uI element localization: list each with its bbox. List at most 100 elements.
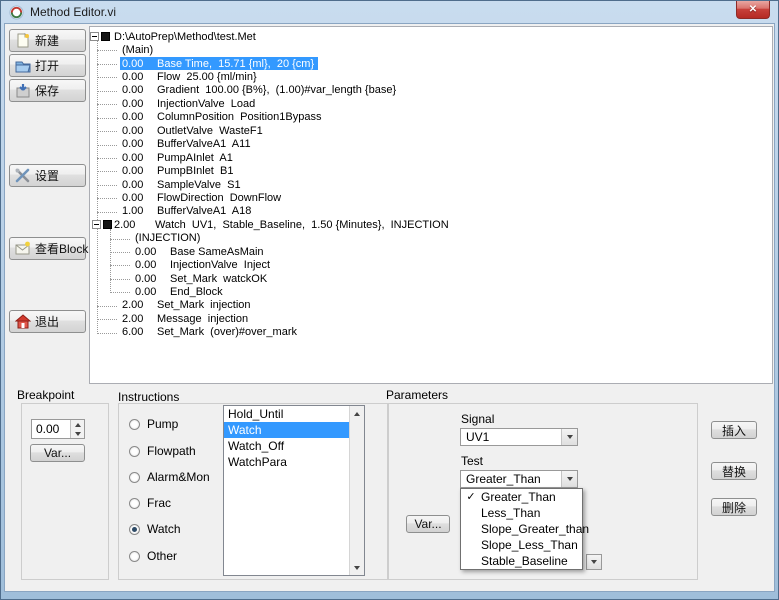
new-button[interactable]: 新建 <box>9 29 86 52</box>
close-button[interactable]: ✕ <box>736 1 770 19</box>
combo-arrow-button[interactable] <box>561 471 577 487</box>
method-tree[interactable]: D:\AutoPrep\Method\test.Met (Main) 0.00B… <box>89 26 773 384</box>
down-arrow-icon <box>567 435 573 439</box>
tree-row[interactable]: 0.00Set_Mark watckOK <box>90 272 772 285</box>
tree-row[interactable]: 6.00Set_Mark (over)#over_mark <box>90 326 772 339</box>
combo-arrow-button[interactable] <box>561 429 577 445</box>
radio-label: Alarm&Mon <box>147 470 210 484</box>
radio-pump[interactable]: Pump <box>129 417 178 431</box>
radio-flowpath[interactable]: Flowpath <box>129 444 196 458</box>
tree-row[interactable]: 0.00OutletValve WasteF1 <box>90 124 772 137</box>
exit-button-label: 退出 <box>35 313 59 330</box>
settings-button-label: 设置 <box>35 167 59 184</box>
up-arrow-icon <box>75 423 81 427</box>
exit-button[interactable]: 退出 <box>9 310 86 333</box>
tree-row[interactable]: (INJECTION) <box>90 232 772 245</box>
selection-highlight: 0.00Base Time, 15.71 {ml}, 20 {cm} <box>120 57 318 70</box>
open-button[interactable]: 打开 <box>9 54 86 77</box>
settings-button[interactable]: 设置 <box>9 164 86 187</box>
tree-root-row[interactable]: D:\AutoPrep\Method\test.Met <box>90 30 772 43</box>
instruction-listbox[interactable]: Hold_Until Watch Watch_Off WatchPara <box>223 405 365 576</box>
menu-item-checked[interactable]: ✓Greater_Than <box>461 489 582 505</box>
tree-row[interactable]: (Main) <box>90 43 772 56</box>
tree-connector <box>97 198 117 199</box>
view-block-button-label: 查看Block <box>35 240 88 257</box>
hidden-combo-arrow-button[interactable] <box>586 554 602 570</box>
breakpoint-spinner[interactable]: 0.00 <box>31 419 85 439</box>
spinner-up-button[interactable] <box>71 420 84 429</box>
tree-connector <box>97 91 117 92</box>
tree-root-label: D:\AutoPrep\Method\test.Met <box>114 31 256 43</box>
tree-connector <box>97 171 117 172</box>
row-text: Set_Mark injection <box>157 299 251 311</box>
test-value: Greater_Than <box>461 471 561 487</box>
collapse-icon[interactable] <box>90 32 99 41</box>
up-arrow-icon <box>354 412 360 416</box>
tree-row[interactable]: 0.00ColumnPosition Position1Bypass <box>90 111 772 124</box>
radio-alarm-mon[interactable]: Alarm&Mon <box>129 470 210 484</box>
tree-group-row[interactable]: 2.00 Watch UV1, Stable_Baseline, 1.50 {M… <box>90 218 772 231</box>
radio-checked-icon <box>129 524 140 535</box>
replace-button[interactable]: 替换 <box>711 462 757 480</box>
parameters-var-button[interactable]: Var... <box>406 515 450 533</box>
instructions-label: Instructions <box>118 390 179 404</box>
radio-label: Frac <box>147 496 171 510</box>
tree-connector <box>110 279 130 280</box>
row-time: 0.00 <box>135 246 170 258</box>
menu-item[interactable]: Stable_Baseline <box>461 553 582 569</box>
tree-row[interactable]: 2.00Set_Mark injection <box>90 299 772 312</box>
radio-label: Pump <box>147 417 178 431</box>
spinner-down-button[interactable] <box>71 429 84 438</box>
tree-row[interactable]: 0.00SampleValve S1 <box>90 178 772 191</box>
tree-row[interactable]: 0.00Flow 25.00 {ml/min} <box>90 70 772 83</box>
row-text: End_Block <box>170 286 223 298</box>
menu-item[interactable]: Slope_Less_Than <box>461 537 582 553</box>
tree-row[interactable]: 0.00PumpAInlet A1 <box>90 151 772 164</box>
title-bar[interactable]: Method Editor.vi ✕ <box>1 1 778 23</box>
tree-row[interactable]: 2.00Message injection <box>90 312 772 325</box>
tree-row[interactable]: 0.00InjectionValve Inject <box>90 258 772 271</box>
list-item[interactable]: Watch_Off <box>224 438 349 454</box>
parameters-label: Parameters <box>386 388 448 402</box>
radio-watch[interactable]: Watch <box>129 522 181 536</box>
radio-other[interactable]: Other <box>129 549 177 563</box>
tree-row[interactable]: 0.00End_Block <box>90 285 772 298</box>
view-block-button[interactable]: 查看Block <box>9 237 86 260</box>
menu-item[interactable]: Slope_Greater_than <box>461 521 582 537</box>
application-window: Method Editor.vi ✕ 新建 打开 保存 <box>0 0 779 600</box>
menu-item[interactable]: Less_Than <box>461 505 582 521</box>
tree-row-selected[interactable]: 0.00Base Time, 15.71 {ml}, 20 {cm} <box>90 57 772 70</box>
save-button[interactable]: 保存 <box>9 79 86 102</box>
tree-row[interactable]: 0.00Gradient 100.00 {B%}, (1.00)#var_len… <box>90 84 772 97</box>
row-time: 0.00 <box>135 259 170 271</box>
scroll-down-button[interactable] <box>350 560 364 575</box>
tree-row[interactable]: 0.00FlowDirection DownFlow <box>90 191 772 204</box>
test-combobox[interactable]: Greater_Than <box>460 470 578 488</box>
radio-frac[interactable]: Frac <box>129 496 171 510</box>
row-text: Flow 25.00 {ml/min} <box>157 71 257 83</box>
row-time: 0.00 <box>122 98 157 110</box>
row-time: 0.00 <box>122 125 157 137</box>
list-item-selected[interactable]: Watch <box>224 422 349 438</box>
row-text: Base SameAsMain <box>170 246 264 258</box>
insert-button[interactable]: 插入 <box>711 421 757 439</box>
tree-row[interactable]: 0.00InjectionValve Load <box>90 97 772 110</box>
row-time: 0.00 <box>122 84 157 96</box>
tree-row[interactable]: 0.00Base SameAsMain <box>90 245 772 258</box>
list-item[interactable]: Hold_Until <box>224 406 349 422</box>
scroll-up-button[interactable] <box>350 406 364 421</box>
signal-combobox[interactable]: UV1 <box>460 428 578 446</box>
tree-connector <box>97 158 117 159</box>
row-text: InjectionValve Load <box>157 98 255 110</box>
list-scrollbar[interactable] <box>349 406 364 575</box>
method-node-icon <box>101 32 110 41</box>
delete-button[interactable]: 删除 <box>711 498 757 516</box>
tree-row[interactable]: 0.00PumpBInlet B1 <box>90 164 772 177</box>
radio-icon <box>129 419 140 430</box>
breakpoint-var-button[interactable]: Var... <box>30 444 85 462</box>
tree-row[interactable]: 1.00BufferValveA1 A18 <box>90 205 772 218</box>
collapse-icon[interactable] <box>92 220 101 229</box>
tree-row[interactable]: 0.00BufferValveA1 A11 <box>90 138 772 151</box>
tree-connector <box>97 104 117 105</box>
list-item[interactable]: WatchPara <box>224 454 349 470</box>
